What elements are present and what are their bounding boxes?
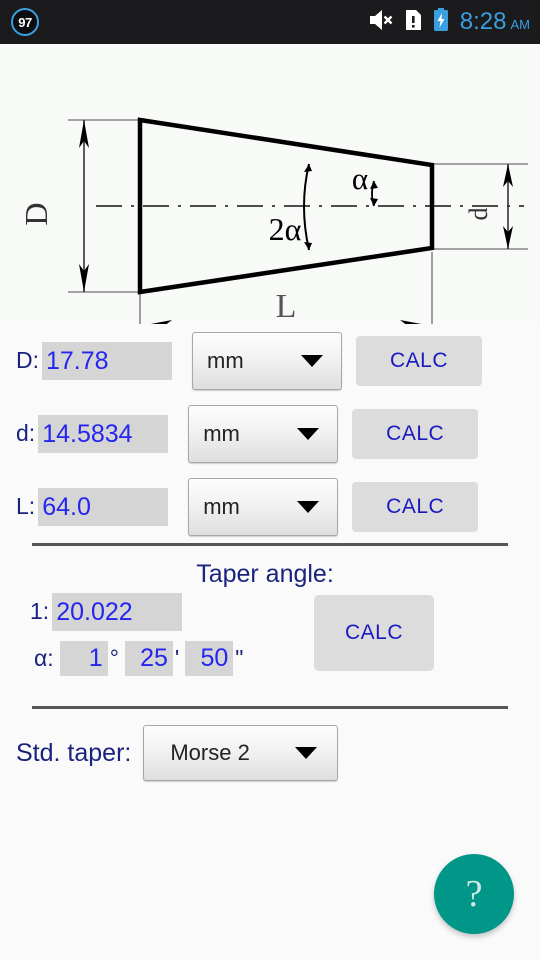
- chevron-down-icon: [297, 427, 320, 440]
- minutes-symbol: ': [174, 644, 180, 671]
- clock-time: 8:28: [459, 8, 507, 35]
- unit-select-minor-diameter-value: mm: [203, 420, 240, 446]
- unit-select-length[interactable]: mm: [188, 477, 339, 536]
- row-major-diameter: D: 17.78 mm CALC: [0, 324, 540, 397]
- label-taper-ratio: 1:: [30, 598, 50, 624]
- input-minor-diameter[interactable]: 14.5834: [38, 414, 169, 453]
- status-bar: 97 8:28 AM: [0, 0, 540, 44]
- svg-text:D: D: [18, 202, 54, 225]
- input-length[interactable]: 64.0: [38, 487, 169, 526]
- row-taper-alpha: α: 1 ° 25 ' 50 ": [30, 634, 243, 682]
- label-std-taper: Std. taper:: [16, 738, 132, 767]
- calc-button-taper-angle-label: CALC: [344, 621, 404, 644]
- notification-count-label: 97: [18, 14, 32, 30]
- calc-button-minor-diameter-label: CALC: [386, 421, 445, 445]
- std-taper-select-value: Morse 2: [170, 740, 250, 765]
- status-bar-icons: 8:28 AM: [368, 7, 530, 37]
- input-alpha-minutes[interactable]: 25: [124, 640, 173, 676]
- unit-select-length-value: mm: [203, 493, 240, 519]
- svg-text:d: d: [464, 208, 493, 221]
- taper-angle-section: 1: 20.022 α: 1 ° 25 ' 50 " CALC: [0, 589, 540, 682]
- input-major-diameter[interactable]: 17.78: [42, 341, 172, 380]
- battery-charging-icon: [433, 7, 449, 37]
- label-major-diameter: D:: [16, 347, 39, 373]
- calc-button-major-diameter-label: CALC: [389, 348, 449, 372]
- calc-button-length-label: CALC: [386, 494, 445, 518]
- seconds-symbol: ": [235, 644, 244, 671]
- help-fab-button[interactable]: ?: [434, 854, 514, 934]
- unit-select-minor-diameter[interactable]: mm: [188, 404, 339, 463]
- row-minor-diameter: d: 14.5834 mm CALC: [0, 397, 540, 470]
- label-taper-alpha: α:: [34, 644, 54, 671]
- degrees-symbol: °: [109, 644, 119, 671]
- warning-document-icon: [405, 9, 422, 36]
- input-taper-ratio[interactable]: 20.022: [52, 592, 183, 631]
- row-length: L: 64.0 mm CALC: [0, 470, 540, 543]
- std-taper-select[interactable]: Morse 2: [143, 725, 339, 781]
- notification-count-badge[interactable]: 97: [11, 8, 39, 36]
- unit-select-major-diameter-value: mm: [207, 347, 244, 373]
- label-minor-diameter: d:: [16, 420, 36, 446]
- chevron-down-icon: [301, 354, 323, 367]
- clock-ampm: AM: [510, 17, 531, 32]
- calc-button-taper-angle[interactable]: CALC: [314, 595, 434, 671]
- row-std-taper: Std. taper: Morse 2: [0, 709, 540, 797]
- calculator-form: D: 17.78 mm CALC d: 14.5834 mm CALC L: 6…: [0, 324, 540, 797]
- calc-button-minor-diameter[interactable]: CALC: [352, 408, 479, 459]
- volume-mute-icon: [368, 9, 394, 36]
- help-question-icon: ?: [465, 873, 483, 915]
- input-alpha-degrees[interactable]: 1: [59, 640, 108, 676]
- taper-cone-diagram: D d L α 2α: [0, 44, 540, 344]
- calc-button-major-diameter[interactable]: CALC: [356, 335, 482, 386]
- input-alpha-seconds[interactable]: 50: [185, 640, 234, 676]
- chevron-down-icon: [295, 747, 318, 759]
- label-length: L:: [16, 493, 36, 519]
- chevron-down-icon: [297, 500, 320, 513]
- svg-text:α: α: [352, 161, 368, 196]
- status-clock: 8:28 AM: [460, 8, 530, 36]
- row-taper-ratio: 1: 20.022: [30, 589, 243, 634]
- svg-text:2α: 2α: [269, 211, 302, 247]
- taper-angle-heading: Taper angle:: [196, 560, 334, 588]
- calc-button-length[interactable]: CALC: [352, 481, 479, 532]
- unit-select-major-diameter[interactable]: mm: [192, 331, 342, 390]
- svg-text:L: L: [276, 288, 297, 324]
